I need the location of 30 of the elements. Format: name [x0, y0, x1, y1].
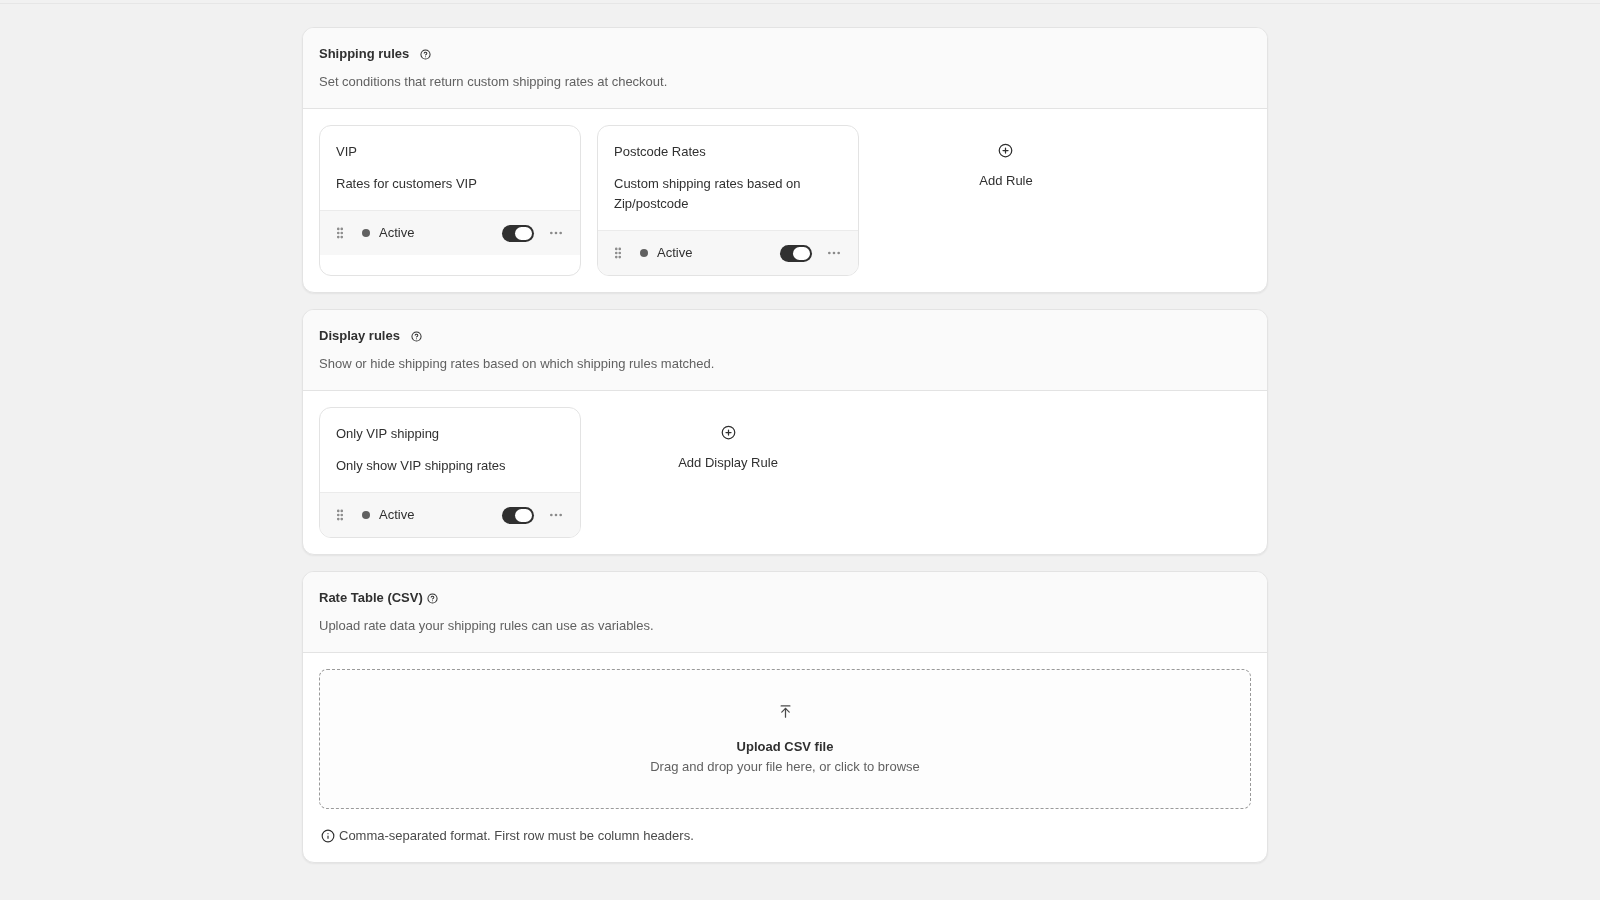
upload-hint: Drag and drop your file here, or click to browse	[650, 758, 920, 776]
section-title: Shipping rules	[319, 45, 410, 63]
section-description: Upload rate data your shipping rules can use as variables.	[319, 617, 655, 635]
section-description: Show or hide shipping rates based on which shipping rules matched.	[319, 355, 716, 373]
rule-description: Only show VIP shipping rates	[336, 457, 507, 475]
help-icon[interactable]	[410, 330, 422, 342]
help-icon[interactable]	[426, 592, 438, 604]
help-icon[interactable]	[420, 48, 432, 60]
info-icon	[321, 829, 335, 843]
add-rule-button[interactable]: Add Display Rule	[678, 407, 778, 473]
rule-description: Custom shipping rates based on Zip/postcode	[614, 175, 802, 213]
toggle-switch[interactable]	[780, 244, 812, 262]
format-note: Comma-separated format. First row must be column headers.	[339, 827, 694, 845]
rule-title: Only VIP shipping	[336, 425, 441, 443]
section-title: Display rules	[319, 327, 400, 345]
toggle-switch[interactable]	[502, 224, 534, 242]
section-description: Set conditions that return custom shipping rates at checkout.	[319, 73, 669, 91]
upload-dropzone[interactable]: Upload CSV file Drag and drop your file here, or click to browse	[319, 669, 1251, 809]
rule-title: Postcode Rates	[614, 143, 707, 161]
section-title: Rate Table (CSV)	[319, 589, 423, 607]
status-label: Active	[657, 244, 693, 262]
status-label: Active	[379, 506, 415, 524]
add-icon	[720, 425, 736, 440]
rule-title: VIP	[336, 143, 358, 161]
status-label: Active	[379, 224, 415, 242]
add-icon	[998, 143, 1014, 158]
upload-title: Upload CSV file	[736, 738, 834, 756]
rule-description: Rates for customers VIP	[336, 175, 478, 193]
add-rule-button[interactable]: Add Rule	[979, 125, 1033, 191]
toggle-switch[interactable]	[502, 506, 534, 524]
